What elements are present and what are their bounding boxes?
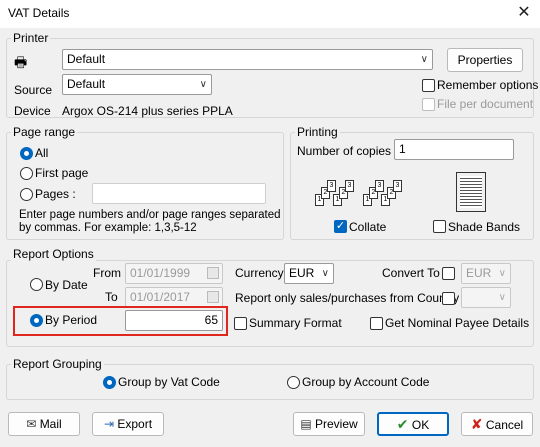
to-date-value: 01/01/2017 — [130, 290, 191, 304]
shade-bands-label: Shade Bands — [448, 220, 521, 234]
from-date-picker[interactable]: 01/01/1999 — [125, 263, 223, 284]
all-radio[interactable] — [20, 147, 33, 160]
currency-select[interactable]: EUR ∨ — [284, 263, 334, 284]
to-label: To — [105, 290, 118, 304]
group-vat-radio[interactable] — [103, 376, 116, 389]
source-select[interactable]: Default ∨ — [62, 74, 212, 95]
by-period-radio[interactable] — [30, 314, 43, 327]
pages-radio[interactable] — [20, 188, 33, 201]
remember-options-label: Remember options — [437, 78, 539, 92]
from-date-value: 01/01/1999 — [130, 266, 191, 280]
source-label: Source — [14, 83, 53, 97]
group-vat-label: Group by Vat Code — [118, 375, 220, 389]
page-range-legend: Page range — [11, 125, 78, 139]
chevron-down-icon: ∨ — [199, 79, 207, 90]
chevron-down-icon: ∨ — [498, 268, 506, 279]
country-checkbox[interactable] — [442, 292, 455, 305]
first-page-radio[interactable] — [20, 167, 33, 180]
pages-input[interactable] — [92, 183, 266, 204]
file-per-document-checkbox[interactable] — [422, 98, 435, 111]
by-period-label: By Period — [45, 313, 98, 327]
pages-label: Pages : — [35, 187, 76, 201]
title-bar — [0, 0, 540, 28]
calendar-icon — [207, 267, 219, 279]
printer-select-value: Default — [67, 52, 106, 66]
chevron-down-icon: ∨ — [321, 268, 329, 279]
mail-icon: ✉ — [26, 417, 37, 431]
first-page-label: First page — [35, 166, 89, 180]
close-icon[interactable]: ✕ — [514, 3, 534, 23]
by-date-radio[interactable] — [30, 278, 43, 291]
chevron-down-icon: ∨ — [420, 54, 428, 65]
currency-label: Currency — [235, 266, 284, 280]
calendar-icon — [207, 291, 219, 303]
to-date-picker[interactable]: 01/01/2017 — [125, 287, 223, 308]
preview-icon: ▤ — [300, 417, 312, 431]
window-title: VAT Details — [8, 6, 70, 20]
nominal-payee-checkbox[interactable] — [370, 317, 383, 330]
nominal-payee-label: Get Nominal Payee Details — [385, 316, 530, 330]
page-range-hint-1: Enter page numbers and/or page ranges se… — [19, 209, 281, 221]
device-value: Argox OS-214 plus series PPLA — [62, 104, 233, 118]
properties-button[interactable]: Properties — [447, 48, 523, 72]
cancel-label: Cancel — [485, 418, 524, 432]
collate-label: Collate — [349, 220, 387, 234]
cancel-x-icon: ✘ — [470, 416, 483, 432]
report-grouping-legend: Report Grouping — [11, 357, 104, 371]
cancel-button[interactable]: ✘ Cancel — [461, 412, 533, 436]
collate-pages-icon: 1 2 3 1 2 3 — [315, 172, 361, 212]
ok-button[interactable]: ✔ OK — [377, 412, 449, 436]
summary-format-label: Summary Format — [249, 316, 342, 330]
convert-to-select[interactable]: EUR ∨ — [461, 263, 511, 284]
printer-legend: Printer — [11, 31, 51, 45]
report-options-legend: Report Options — [11, 247, 96, 261]
copies-input[interactable]: 1 — [394, 139, 514, 160]
convert-to-label: Convert To — [382, 266, 440, 280]
country-select[interactable]: ∨ — [461, 287, 511, 308]
by-date-label: By Date — [45, 278, 88, 292]
mail-label: Mail — [39, 417, 62, 431]
group-account-label: Group by Account Code — [302, 375, 430, 389]
convert-to-checkbox[interactable] — [442, 267, 455, 280]
currency-select-value: EUR — [289, 266, 315, 280]
printer-icon: 🖶 — [14, 54, 28, 70]
country-label: Report only sales/purchases from Country — [235, 291, 460, 305]
copies-label: Number of copies — [297, 144, 392, 158]
export-icon: ⇥ — [103, 417, 115, 431]
from-label: From — [93, 266, 121, 280]
ok-label: OK — [411, 418, 430, 432]
summary-format-checkbox[interactable] — [234, 317, 247, 330]
file-per-document-label: File per document — [437, 97, 534, 111]
printing-legend: Printing — [295, 125, 340, 139]
chevron-down-icon: ∨ — [498, 292, 506, 303]
remember-options-checkbox[interactable] — [422, 79, 435, 92]
collate-checkbox[interactable]: ✓ — [334, 220, 347, 233]
mail-button[interactable]: ✉ Mail — [8, 412, 80, 436]
check-icon: ✔ — [396, 416, 409, 432]
shade-bands-checkbox[interactable] — [433, 220, 446, 233]
group-account-radio[interactable] — [287, 376, 300, 389]
device-label: Device — [14, 104, 51, 118]
preview-button[interactable]: ▤ Preview — [293, 412, 365, 436]
export-button[interactable]: ⇥ Export — [92, 412, 164, 436]
export-label: Export — [117, 417, 153, 431]
source-select-value: Default — [67, 77, 106, 91]
collate-pages-icon-2: 1 2 3 1 2 3 — [363, 172, 409, 212]
printer-select[interactable]: Default ∨ — [62, 49, 433, 70]
page-range-hint-2: by commas. For example: 1,3,5-12 — [19, 222, 197, 234]
all-label: All — [35, 146, 49, 160]
shade-bands-icon — [456, 172, 486, 212]
preview-label: Preview — [315, 417, 358, 431]
period-input[interactable]: 65 — [125, 310, 223, 331]
convert-to-select-value: EUR — [466, 266, 492, 280]
